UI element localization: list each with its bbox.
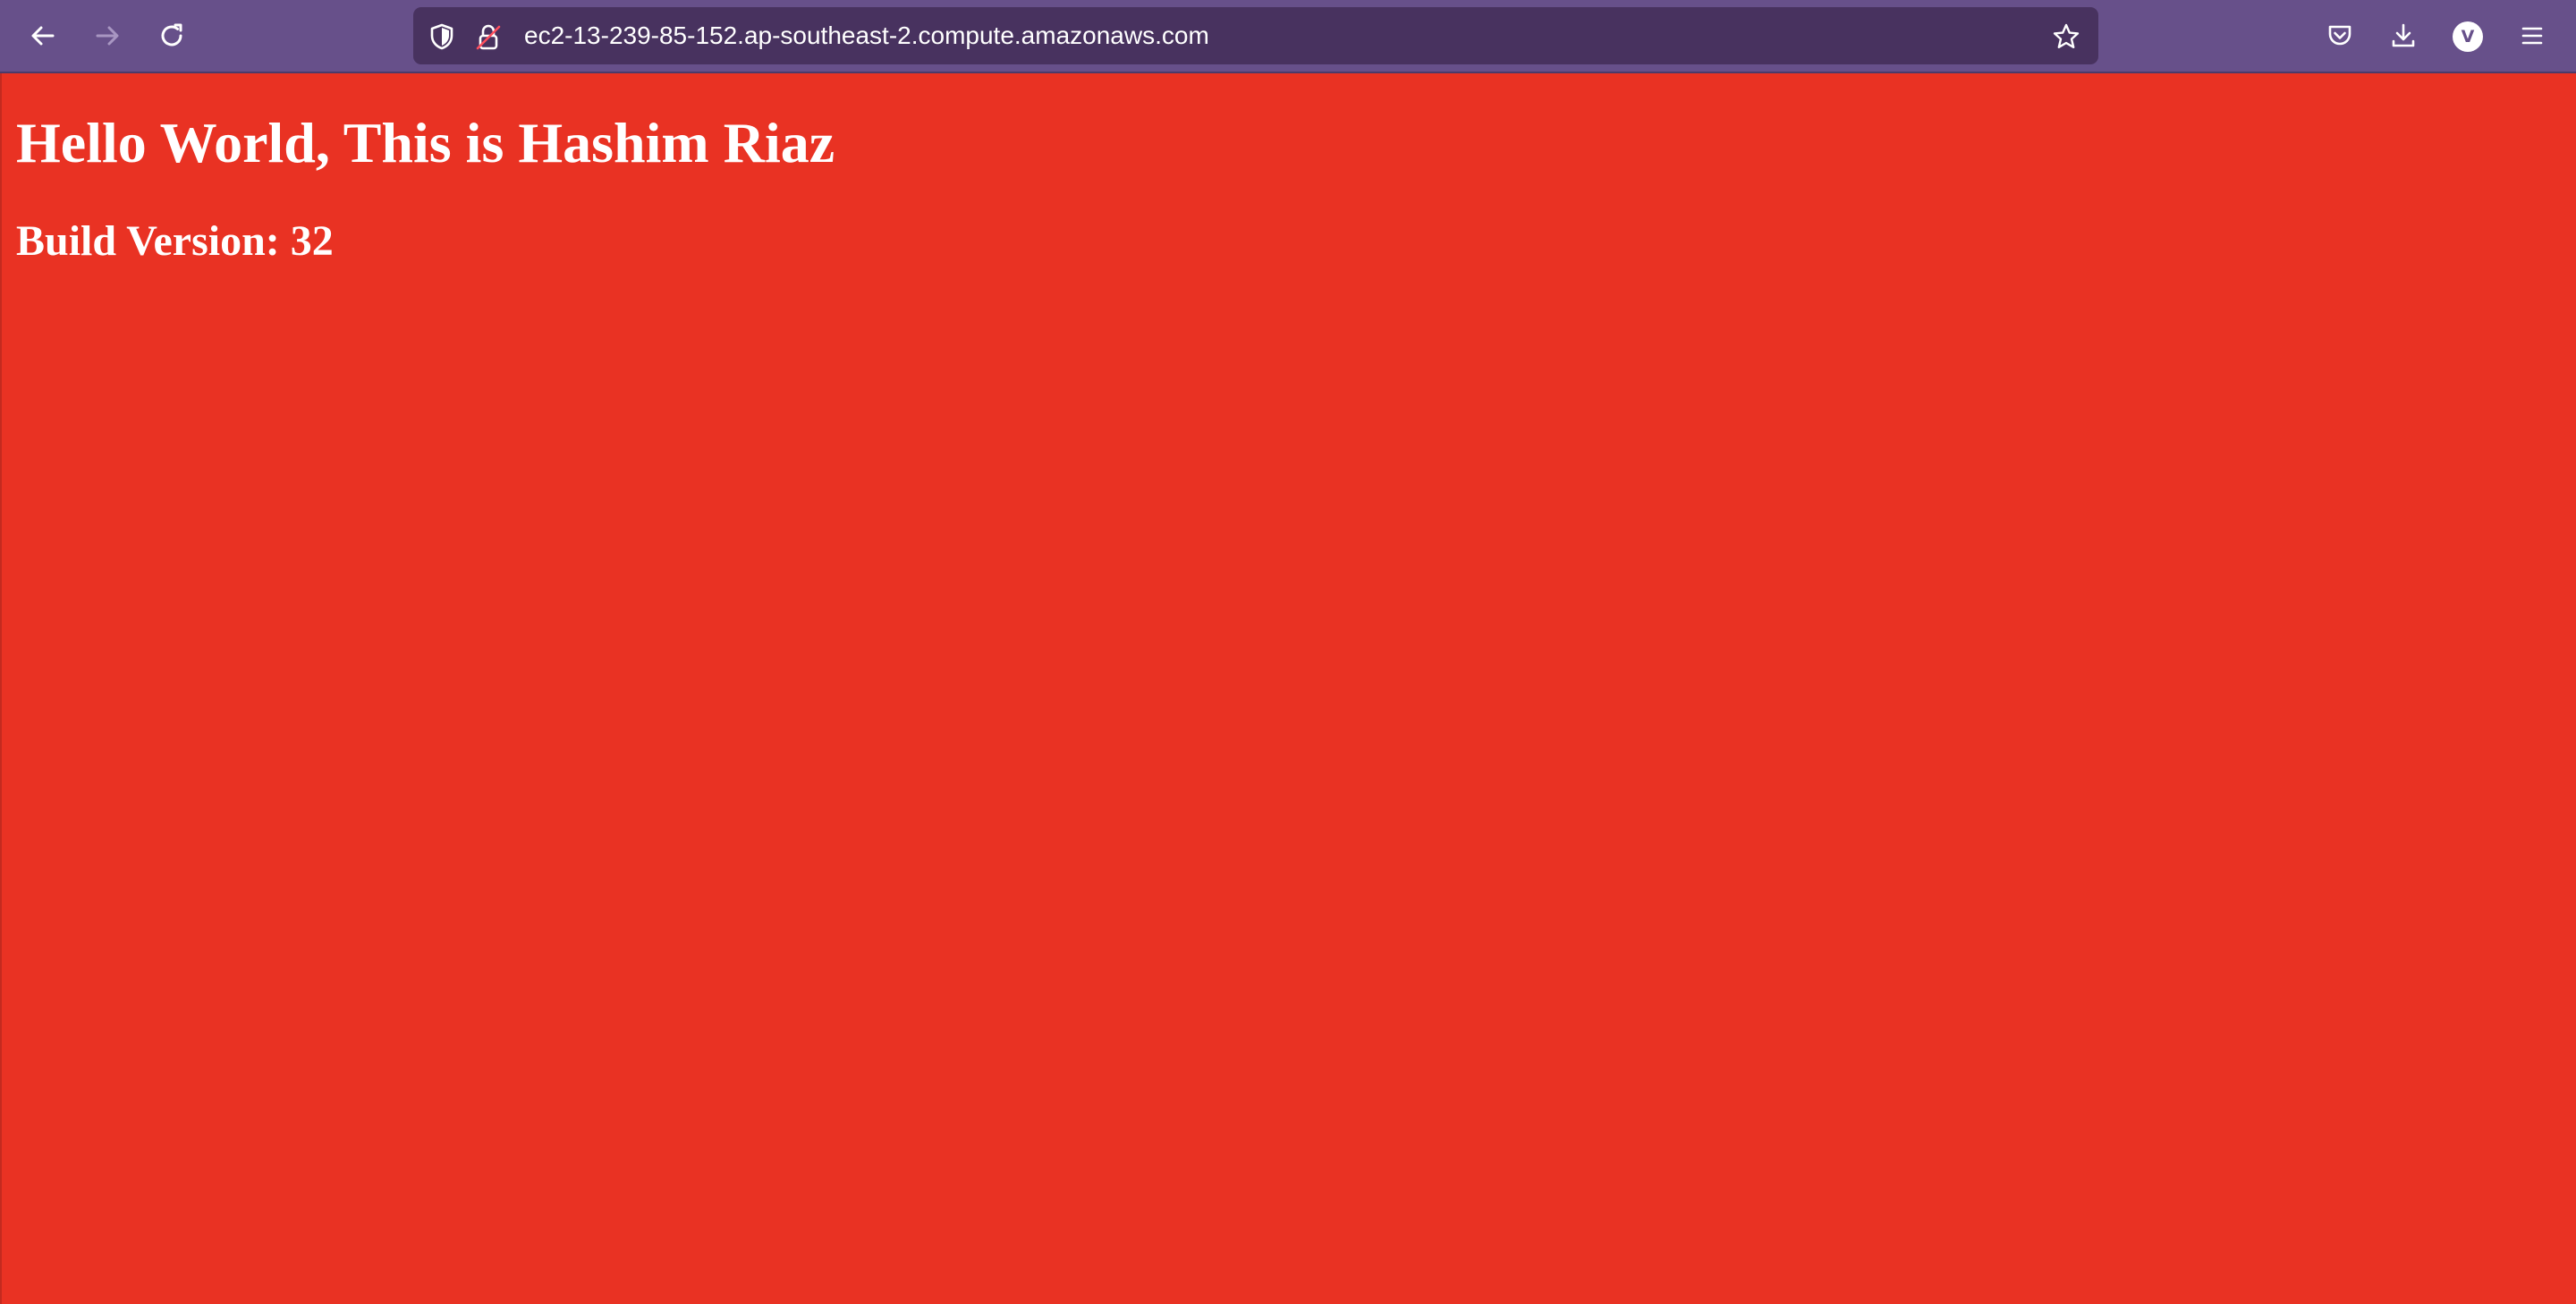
url-text[interactable]: ec2-13-239-85-152.ap-southeast-2.compute… — [524, 7, 1209, 64]
star-icon[interactable] — [2052, 22, 2080, 51]
downloads-button[interactable] — [2383, 15, 2424, 56]
hamburger-menu-icon — [2521, 27, 2543, 45]
reload-icon — [161, 23, 182, 47]
forward-arrow-icon — [96, 26, 119, 46]
page-content: Hello World, This is Hashim Riaz Build V… — [0, 73, 2576, 1304]
address-bar[interactable]: ec2-13-239-85-152.ap-southeast-2.compute… — [413, 7, 2098, 64]
forward-button[interactable] — [87, 15, 128, 56]
reload-button[interactable] — [151, 15, 192, 56]
page-heading: Hello World, This is Hashim Riaz — [16, 111, 835, 174]
back-arrow-icon — [31, 26, 55, 46]
back-button[interactable] — [22, 15, 64, 56]
download-icon — [2392, 23, 2415, 47]
build-version-heading: Build Version: 32 — [16, 217, 334, 265]
menu-button[interactable] — [2512, 15, 2553, 56]
pocket-icon — [2328, 25, 2351, 46]
insecure-lock-icon[interactable] — [474, 22, 503, 51]
profile-avatar[interactable]: V — [2453, 21, 2483, 52]
shield-icon[interactable] — [428, 22, 456, 51]
browser-toolbar: ec2-13-239-85-152.ap-southeast-2.compute… — [0, 0, 2576, 73]
pocket-button[interactable] — [2319, 15, 2360, 56]
